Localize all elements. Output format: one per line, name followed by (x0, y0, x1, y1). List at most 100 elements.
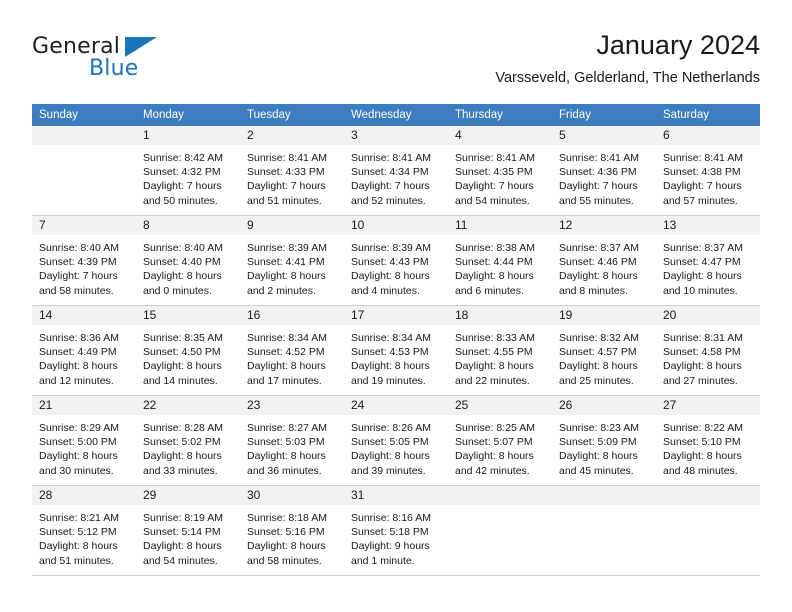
weekday-header-saturday: Saturday (663, 109, 710, 121)
day-cell-15[interactable]: 15 Sunrise: 8:35 AM Sunset: 4:50 PM Dayligh… (136, 306, 240, 395)
day-detail-line: Sunrise: 8:22 AM (663, 422, 743, 434)
day-detail-line: Sunrise: 8:40 AM (143, 242, 223, 254)
day-detail-line: Sunset: 4:58 PM (663, 346, 741, 359)
weekday-header-monday: Monday (143, 109, 184, 121)
day-detail-line: Sunset: 4:47 PM (663, 256, 741, 269)
day-detail-line: Sunrise: 8:32 AM (559, 332, 639, 344)
day-details: Sunrise: 8:39 AM Sunset: 4:41 PM Daylight:… (240, 235, 344, 298)
day-details: Sunrise: 8:38 AM Sunset: 4:44 PM Daylight:… (448, 235, 552, 298)
day-details: Sunrise: 8:23 AM Sunset: 5:09 PM Daylight:… (552, 415, 656, 478)
day-detail-line: Sunrise: 8:33 AM (455, 332, 535, 344)
day-cell-25[interactable]: 25 Sunrise: 8:25 AM Sunset: 5:07 PM Dayligh… (448, 396, 552, 485)
day-detail-line: Sunset: 5:05 PM (351, 436, 429, 449)
day-detail-line: Daylight: 8 hours (351, 270, 430, 283)
day-detail-line: Sunset: 4:57 PM (559, 346, 637, 359)
day-detail-line: Daylight: 8 hours (143, 360, 222, 373)
day-cell-20[interactable]: 20 Sunrise: 8:31 AM Sunset: 4:58 PM Dayligh… (656, 306, 760, 395)
day-cell-28[interactable]: 28 Sunrise: 8:21 AM Sunset: 5:12 PM Dayligh… (32, 486, 136, 575)
day-detail-line: Sunrise: 8:36 AM (39, 332, 119, 344)
day-detail-line: and 8 minutes. (559, 284, 628, 297)
day-detail-line: Daylight: 8 hours (559, 270, 638, 283)
calendar-grid: Sunday Monday Tuesday Wednesday Thursday Frid… (32, 104, 760, 576)
weekday-header-wednesday: Wednesday (351, 109, 412, 121)
day-cell-empty (656, 486, 760, 575)
day-number: 20 (656, 306, 760, 325)
day-details: Sunrise: 8:34 AM Sunset: 4:52 PM Daylight:… (240, 325, 344, 388)
day-detail-line: Sunset: 4:35 PM (455, 166, 533, 179)
day-number: 15 (136, 306, 240, 325)
day-details: Sunrise: 8:36 AM Sunset: 4:49 PM Daylight:… (32, 325, 136, 388)
day-detail-line: Sunrise: 8:26 AM (351, 422, 431, 434)
day-detail-line: Daylight: 8 hours (455, 450, 534, 463)
day-cell-1[interactable]: 1 Sunrise: 8:42 AM Sunset: 4:32 PM Daylight… (136, 126, 240, 215)
day-detail-line: and 45 minutes. (559, 464, 634, 477)
day-cell-10[interactable]: 10 Sunrise: 8:39 AM Sunset: 4:43 PM Dayligh… (344, 216, 448, 305)
day-cell-26[interactable]: 26 Sunrise: 8:23 AM Sunset: 5:09 PM Dayligh… (552, 396, 656, 485)
day-cell-31[interactable]: 31 Sunrise: 8:16 AM Sunset: 5:18 PM Dayligh… (344, 486, 448, 575)
day-detail-line: Sunset: 5:14 PM (143, 526, 221, 539)
day-detail-line: Daylight: 8 hours (351, 360, 430, 373)
day-number: 10 (344, 216, 448, 235)
day-cell-23[interactable]: 23 Sunrise: 8:27 AM Sunset: 5:03 PM Dayligh… (240, 396, 344, 485)
day-number: 28 (32, 486, 136, 505)
day-detail-line: and 52 minutes. (351, 194, 426, 207)
day-detail-line: and 12 minutes. (39, 374, 114, 387)
day-cell-6[interactable]: 6 Sunrise: 8:41 AM Sunset: 4:38 PM Daylight… (656, 126, 760, 215)
day-cell-29[interactable]: 29 Sunrise: 8:19 AM Sunset: 5:14 PM Dayligh… (136, 486, 240, 575)
day-number: 30 (240, 486, 344, 505)
day-detail-line: Sunset: 5:18 PM (351, 526, 429, 539)
day-detail-line: and 51 minutes. (247, 194, 322, 207)
day-detail-line: Daylight: 8 hours (143, 450, 222, 463)
day-detail-line: and 33 minutes. (143, 464, 218, 477)
day-detail-line: Daylight: 8 hours (351, 450, 430, 463)
title-block: January 2024 Varsseveld, Gelderland, The… (495, 28, 760, 89)
day-cell-18[interactable]: 18 Sunrise: 8:33 AM Sunset: 4:55 PM Dayligh… (448, 306, 552, 395)
day-details: Sunrise: 8:16 AM Sunset: 5:18 PM Daylight:… (344, 505, 448, 568)
day-cell-11[interactable]: 11 Sunrise: 8:38 AM Sunset: 4:44 PM Dayligh… (448, 216, 552, 305)
day-cell-21[interactable]: 21 Sunrise: 8:29 AM Sunset: 5:00 PM Dayligh… (32, 396, 136, 485)
day-details: Sunrise: 8:27 AM Sunset: 5:03 PM Daylight:… (240, 415, 344, 478)
day-number: 9 (240, 216, 344, 235)
day-detail-line: Sunrise: 8:37 AM (663, 242, 743, 254)
day-cell-27[interactable]: 27 Sunrise: 8:22 AM Sunset: 5:10 PM Dayligh… (656, 396, 760, 485)
day-cell-5[interactable]: 5 Sunrise: 8:41 AM Sunset: 4:36 PM Daylight… (552, 126, 656, 215)
day-cell-2[interactable]: 2 Sunrise: 8:41 AM Sunset: 4:33 PM Daylight… (240, 126, 344, 215)
day-cell-24[interactable]: 24 Sunrise: 8:26 AM Sunset: 5:05 PM Dayligh… (344, 396, 448, 485)
day-cell-8[interactable]: 8 Sunrise: 8:40 AM Sunset: 4:40 PM Daylight… (136, 216, 240, 305)
day-cell-30[interactable]: 30 Sunrise: 8:18 AM Sunset: 5:16 PM Dayligh… (240, 486, 344, 575)
day-number: 25 (448, 396, 552, 415)
day-cell-3[interactable]: 3 Sunrise: 8:41 AM Sunset: 4:34 PM Daylight… (344, 126, 448, 215)
generalblue-logo[interactable]: General Blue (32, 34, 232, 92)
day-detail-line: Sunset: 4:53 PM (351, 346, 429, 359)
day-cell-4[interactable]: 4 Sunrise: 8:41 AM Sunset: 4:35 PM Daylight… (448, 126, 552, 215)
day-detail-line: and 25 minutes. (559, 374, 634, 387)
day-cell-14[interactable]: 14 Sunrise: 8:36 AM Sunset: 4:49 PM Dayligh… (32, 306, 136, 395)
day-cell-19[interactable]: 19 Sunrise: 8:32 AM Sunset: 4:57 PM Dayligh… (552, 306, 656, 395)
day-cell-17[interactable]: 17 Sunrise: 8:34 AM Sunset: 4:53 PM Dayligh… (344, 306, 448, 395)
day-detail-line: Sunset: 5:16 PM (247, 526, 325, 539)
day-number: 8 (136, 216, 240, 235)
day-cell-13[interactable]: 13 Sunrise: 8:37 AM Sunset: 4:47 PM Dayligh… (656, 216, 760, 305)
day-detail-line: Sunset: 4:36 PM (559, 166, 637, 179)
day-cell-9[interactable]: 9 Sunrise: 8:39 AM Sunset: 4:41 PM Daylight… (240, 216, 344, 305)
day-cell-16[interactable]: 16 Sunrise: 8:34 AM Sunset: 4:52 PM Dayligh… (240, 306, 344, 395)
day-cell-7[interactable]: 7 Sunrise: 8:40 AM Sunset: 4:39 PM Daylight… (32, 216, 136, 305)
day-details: Sunrise: 8:26 AM Sunset: 5:05 PM Daylight:… (344, 415, 448, 478)
day-number: 11 (448, 216, 552, 235)
day-detail-line: Sunrise: 8:34 AM (351, 332, 431, 344)
day-number: 6 (656, 126, 760, 145)
day-detail-line: Daylight: 7 hours (663, 180, 742, 193)
day-details: Sunrise: 8:39 AM Sunset: 4:43 PM Daylight:… (344, 235, 448, 298)
day-cell-22[interactable]: 22 Sunrise: 8:28 AM Sunset: 5:02 PM Dayligh… (136, 396, 240, 485)
day-detail-line: and 39 minutes. (351, 464, 426, 477)
day-detail-line: and 2 minutes. (247, 284, 316, 297)
day-detail-line: and 48 minutes. (663, 464, 738, 477)
day-detail-line: Daylight: 8 hours (39, 540, 118, 553)
day-details: Sunrise: 8:42 AM Sunset: 4:32 PM Daylight:… (136, 145, 240, 208)
weekday-header-thursday: Thursday (455, 109, 503, 121)
day-detail-line: Daylight: 8 hours (143, 270, 222, 283)
day-detail-line: and 55 minutes. (559, 194, 634, 207)
day-detail-line: and 0 minutes. (143, 284, 212, 297)
day-number: 13 (656, 216, 760, 235)
day-cell-12[interactable]: 12 Sunrise: 8:37 AM Sunset: 4:46 PM Dayligh… (552, 216, 656, 305)
